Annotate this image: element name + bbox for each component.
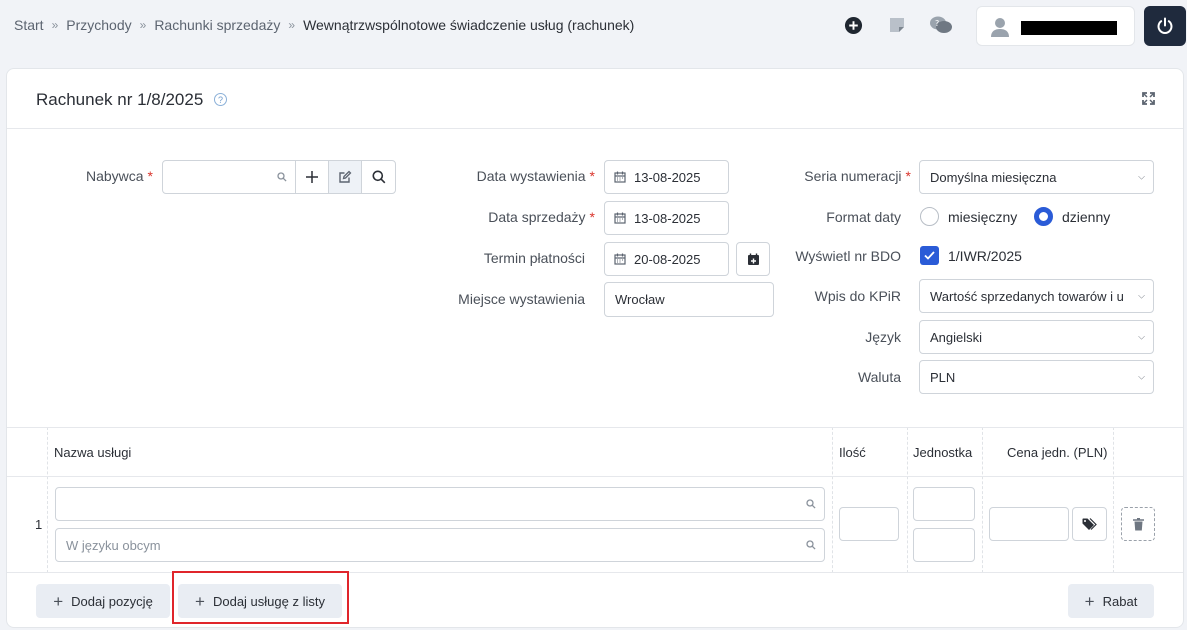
service-name-input[interactable] bbox=[55, 487, 825, 521]
invoice-card: Rachunek nr 1/8/2025 ? Nabywca * Data wys… bbox=[6, 68, 1184, 628]
sale-date-label: Data sprzedaży * bbox=[488, 209, 595, 225]
breadcrumb-start[interactable]: Start bbox=[14, 17, 44, 33]
date-format-daily-radio[interactable] bbox=[1034, 207, 1053, 226]
column-header-unit-price: Cena jedn. (PLN) bbox=[1007, 445, 1108, 460]
trash-icon bbox=[1132, 517, 1144, 531]
breadcrumb-current: Wewnątrzwspólnotowe świadczenie usług (r… bbox=[303, 17, 635, 33]
bdo-label: Wyświetl nr BDO bbox=[795, 248, 901, 264]
user-menu[interactable] bbox=[976, 6, 1135, 46]
power-icon bbox=[1156, 17, 1174, 35]
unit-foreign-input[interactable] bbox=[913, 528, 975, 562]
calendar-icon bbox=[614, 212, 626, 224]
column-header-name: Nazwa usługi bbox=[54, 445, 132, 460]
discount-button[interactable]: + Rabat bbox=[1068, 584, 1154, 618]
chevron-down-icon: ⌵ bbox=[1138, 171, 1145, 182]
date-format-label: Format daty bbox=[826, 209, 901, 225]
language-select[interactable]: Angielski ⌵ bbox=[919, 320, 1154, 354]
column-header-quantity: Ilość bbox=[839, 445, 866, 460]
kpir-select[interactable]: Wartość sprzedanych towarów i usług ⌵ bbox=[919, 279, 1154, 313]
add-service-from-list-button[interactable]: + Dodaj usługę z listy bbox=[178, 584, 342, 618]
chevron-down-icon: ⌵ bbox=[1138, 371, 1145, 382]
card-header: Rachunek nr 1/8/2025 ? bbox=[7, 69, 1183, 129]
plus-icon: + bbox=[195, 591, 205, 611]
payment-term-label: Termin płatności bbox=[483, 250, 585, 266]
buyer-label: Nabywca * bbox=[85, 168, 153, 184]
breadcrumb-separator-icon: » bbox=[51, 18, 59, 32]
plus-icon: + bbox=[53, 591, 64, 611]
plus-icon: + bbox=[1084, 591, 1095, 611]
edit-buyer-button[interactable] bbox=[328, 160, 362, 194]
breadcrumb-separator-icon: » bbox=[288, 18, 296, 32]
calendar-plus-button[interactable] bbox=[736, 242, 770, 276]
place-input[interactable]: Wrocław bbox=[604, 282, 774, 317]
tag-icon bbox=[1082, 517, 1097, 531]
kpir-label: Wpis do KPiR bbox=[814, 288, 901, 304]
bdo-number: 1/IWR/2025 bbox=[948, 248, 1022, 264]
search-icon bbox=[806, 499, 816, 509]
page-title: Rachunek nr 1/8/2025 bbox=[36, 90, 204, 109]
numbering-select[interactable]: Domyślna miesięczna ⌵ bbox=[919, 160, 1154, 194]
plus-icon bbox=[306, 171, 318, 183]
buyer-input[interactable] bbox=[162, 160, 296, 194]
numbering-label: Seria numeracji * bbox=[804, 168, 911, 184]
svg-text:?: ? bbox=[935, 19, 939, 28]
search-icon bbox=[372, 170, 386, 184]
table-header: Nazwa usługi Ilość Jednostka Cena jedn. … bbox=[7, 427, 1183, 477]
edit-icon bbox=[338, 170, 352, 184]
note-icon[interactable] bbox=[887, 15, 907, 35]
user-icon bbox=[991, 17, 1009, 40]
place-label: Miejsce wystawienia bbox=[458, 291, 585, 307]
service-name-foreign-input[interactable]: W języku obcym bbox=[55, 528, 825, 562]
breadcrumb-sales-invoices[interactable]: Rachunki sprzedaży bbox=[154, 17, 280, 33]
chevron-down-icon: ⌵ bbox=[1138, 290, 1145, 301]
unit-price-input[interactable] bbox=[989, 507, 1069, 541]
chat-icon[interactable]: ? bbox=[929, 15, 953, 35]
add-buyer-button[interactable] bbox=[295, 160, 329, 194]
calendar-icon bbox=[614, 171, 626, 183]
calendar-add-icon bbox=[747, 253, 760, 266]
row-number: 1 bbox=[35, 517, 43, 532]
payment-term-input[interactable]: 20-08-2025 bbox=[604, 242, 729, 276]
search-icon bbox=[277, 172, 287, 182]
expand-icon[interactable] bbox=[1142, 92, 1155, 108]
currency-label: Waluta bbox=[857, 369, 901, 385]
breadcrumb-separator-icon: » bbox=[139, 18, 147, 32]
bdo-checkbox[interactable] bbox=[920, 246, 939, 265]
calendar-icon bbox=[614, 253, 626, 265]
price-tag-button[interactable] bbox=[1072, 507, 1107, 541]
date-format-monthly-radio[interactable] bbox=[920, 207, 939, 226]
currency-select[interactable]: PLN ⌵ bbox=[919, 360, 1154, 394]
search-buyer-button[interactable] bbox=[361, 160, 396, 194]
column-header-unit: Jednostka bbox=[913, 445, 973, 460]
breadcrumb: Start » Przychody » Rachunki sprzedaży »… bbox=[14, 17, 634, 33]
check-icon bbox=[924, 251, 935, 260]
quantity-input[interactable] bbox=[839, 507, 899, 541]
search-icon bbox=[806, 540, 816, 550]
language-label: Język bbox=[865, 329, 901, 345]
unit-input[interactable] bbox=[913, 487, 975, 521]
user-name-redacted bbox=[1021, 21, 1117, 35]
top-bar: Start » Przychody » Rachunki sprzedaży »… bbox=[0, 0, 1187, 52]
add-position-button[interactable]: + Dodaj pozycję bbox=[36, 584, 170, 618]
logout-button[interactable] bbox=[1144, 6, 1186, 46]
date-format-monthly-label: miesięczny bbox=[948, 209, 1018, 225]
chevron-down-icon: ⌵ bbox=[1138, 331, 1145, 342]
sale-date-input[interactable]: 13-08-2025 bbox=[604, 201, 729, 235]
issue-date-label: Data wystawienia * bbox=[476, 168, 595, 184]
issue-date-input[interactable]: 13-08-2025 bbox=[604, 160, 729, 194]
table-row: 1 W języku obcym bbox=[7, 477, 1183, 573]
delete-row-button[interactable] bbox=[1121, 507, 1155, 541]
date-format-daily-label: dzienny bbox=[1062, 209, 1111, 225]
help-icon[interactable]: ? bbox=[214, 93, 227, 106]
breadcrumb-income[interactable]: Przychody bbox=[66, 17, 131, 33]
add-circle-icon[interactable] bbox=[843, 15, 863, 35]
